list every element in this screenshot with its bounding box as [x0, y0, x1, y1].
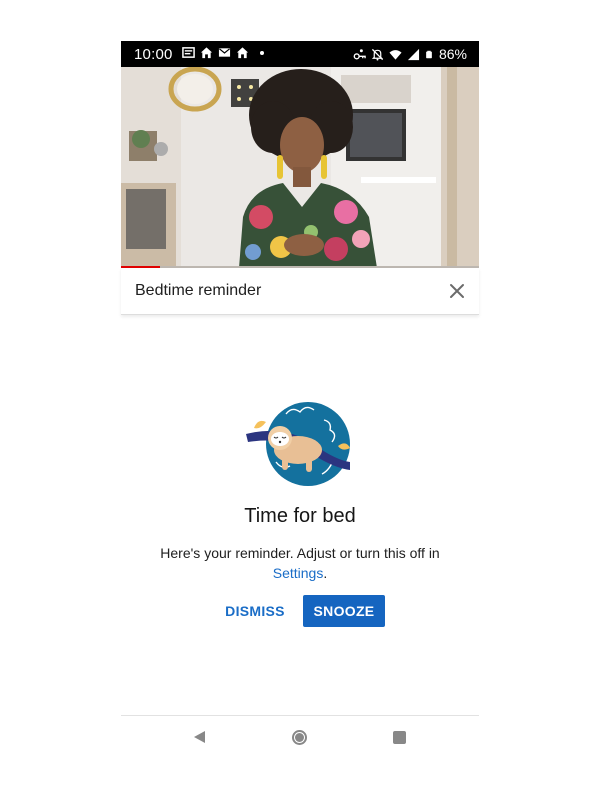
phone-screen: 10:00 86% Bedtime reminder Time for bed … [121, 41, 479, 760]
reminder-title: Bedtime reminder [135, 282, 262, 299]
reminder-header: Bedtime reminder [121, 268, 479, 315]
snooze-button[interactable]: SNOOZE [303, 595, 385, 627]
wifi-icon [389, 49, 402, 60]
sleeping-sloth-illustration [246, 402, 350, 486]
status-left-icons [182, 46, 264, 59]
notifications-off-icon [371, 48, 384, 61]
dismiss-button[interactable]: DISMISS [221, 596, 289, 626]
nav-divider [121, 715, 479, 716]
settings-link[interactable]: Settings [273, 565, 324, 581]
reminder-message-text: Here's your reminder. Adjust or turn thi… [160, 545, 440, 561]
mail-icon [218, 48, 231, 57]
reminder-message-suffix: . [323, 565, 328, 581]
home-icon [236, 47, 249, 59]
home-icon [200, 47, 213, 59]
signal-icon [407, 48, 420, 60]
status-bar: 10:00 86% [121, 41, 479, 67]
reminder-message: Here's your reminder. Adjust or turn thi… [141, 543, 459, 583]
status-right-icons: 86% [353, 46, 467, 62]
recents-icon[interactable] [393, 731, 406, 744]
time-for-bed-heading: Time for bed [244, 505, 356, 527]
battery-icon [426, 50, 432, 58]
dot-icon [260, 50, 264, 55]
home-icon[interactable] [291, 729, 308, 746]
back-icon[interactable] [192, 729, 208, 745]
video-thumbnail [121, 67, 479, 268]
video-player[interactable] [121, 67, 479, 268]
battery-percent: 86% [438, 46, 467, 62]
close-icon[interactable] [445, 279, 469, 303]
status-time: 10:00 [134, 46, 173, 63]
news-icon [182, 47, 195, 58]
vpn-key-icon [353, 48, 366, 59]
